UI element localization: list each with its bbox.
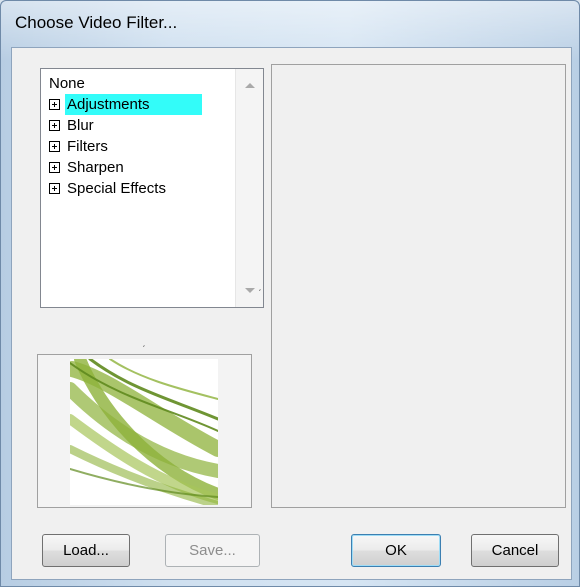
tree-item-label: Adjustments (65, 94, 202, 115)
filter-tree[interactable]: None Adjustments Blur Filters Sharpen Sp… (40, 68, 264, 308)
expand-plus-icon[interactable] (49, 141, 60, 152)
tree-item-filters[interactable]: Filters (47, 136, 225, 157)
filter-properties-panel (271, 64, 566, 508)
load-button[interactable]: Load... (42, 534, 130, 567)
scroll-up-arrow-icon[interactable] (245, 83, 255, 88)
tree-scrollbar[interactable] (235, 69, 263, 307)
tree-item-sharpen[interactable]: Sharpen (47, 157, 225, 178)
vertical-splitter-grip[interactable]: ˏ (258, 282, 261, 292)
tree-item-adjustments[interactable]: Adjustments (47, 94, 225, 115)
cancel-button[interactable]: Cancel (471, 534, 559, 567)
expand-plus-icon[interactable] (49, 183, 60, 194)
filter-tree-items: None Adjustments Blur Filters Sharpen Sp… (47, 73, 225, 199)
scroll-down-arrow-icon[interactable] (245, 288, 255, 293)
tree-item-special-effects[interactable]: Special Effects (47, 178, 225, 199)
tree-item-label: None (49, 75, 85, 92)
tree-item-label: Blur (67, 117, 94, 134)
tree-item-label: Filters (67, 138, 108, 155)
dialog-client-area: None Adjustments Blur Filters Sharpen Sp… (11, 47, 572, 580)
filter-preview (37, 354, 252, 508)
expand-plus-icon[interactable] (49, 99, 60, 110)
tree-item-label: Special Effects (67, 180, 166, 197)
tree-item-label: Sharpen (67, 159, 124, 176)
window-title: Choose Video Filter... (15, 13, 178, 32)
dialog-window: Choose Video Filter... None Adjustments … (0, 0, 580, 587)
expand-plus-icon[interactable] (49, 120, 60, 131)
save-button[interactable]: Save... (165, 534, 260, 567)
tree-item-blur[interactable]: Blur (47, 115, 225, 136)
tree-item-none[interactable]: None (47, 73, 225, 94)
expand-plus-icon[interactable] (49, 162, 60, 173)
green-ribbon-thumbnail-icon (70, 359, 218, 505)
horizontal-splitter-grip[interactable]: ˏ (142, 338, 145, 348)
ok-button[interactable]: OK (351, 534, 441, 567)
